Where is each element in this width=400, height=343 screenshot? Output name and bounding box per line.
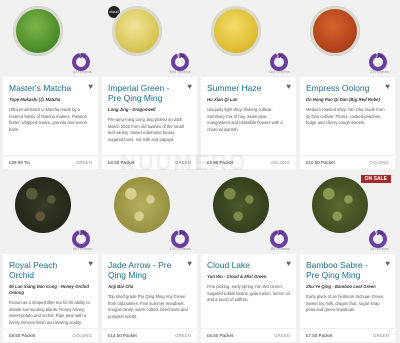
heart-icon[interactable]: ♥ [187,82,192,91]
product-price: £9.50 Packet [9,333,36,338]
product-image[interactable]: cloud 94 696 reviews [102,3,197,77]
product-row: 97 54 reviews Master's Matcha ♥ Tope Muk… [3,3,397,169]
product-card[interactable]: cloud 94 696 reviews Imperial Green - Pr… [102,3,197,169]
product-card[interactable]: 96 22 reviews Empress Oolong ♥ Da Hong P… [300,3,395,169]
product-card[interactable]: 95 405 reviews Summer Haze ♥ Hu Xian Qi … [201,3,296,169]
product-title[interactable]: Bamboo Sabre - Pre Qing Ming [306,260,389,280]
product-category: OOLONG [72,333,92,338]
product-description: Known as a shapeshifter tea for its abil… [9,300,90,325]
product-subtitle: Mi Lan Xiang Dan Cong - Honey Orchid Ool… [9,284,89,295]
product-subtitle: Yun Wu - Cloud & Mist Green [207,274,267,279]
product-subtitle: Long Jing - Dragonwell [108,107,156,112]
rating-percent: 94 [376,231,383,237]
product-title[interactable]: Imperial Green - Pre Qing Ming [108,83,191,103]
product-title[interactable]: Cloud Lake [207,260,290,270]
product-card[interactable]: 95 120 reviews Jade Arrow - Pre Qing Min… [102,172,197,342]
product-category: GREEN [76,160,92,165]
heart-icon[interactable]: ♥ [286,82,291,91]
product-subtitle: Anji Bai Cha [108,284,134,289]
product-image[interactable]: 96 22 reviews [300,3,395,77]
product-category: GREEN [373,333,389,338]
product-card[interactable]: 97 54 reviews Master's Matcha ♥ Tope Muk… [3,3,98,169]
product-title[interactable]: Jade Arrow - Pre Qing Ming [108,260,191,280]
product-price: £10.50 Packet [306,160,335,165]
product-subtitle: Hu Xian Qi Lan [207,97,238,102]
heart-icon[interactable]: ♥ [88,259,93,268]
review-count: 54 reviews [72,69,92,74]
tea-liquor-image [211,6,261,56]
heart-icon[interactable]: ♥ [187,259,192,268]
product-description: Medium roasted Wuyi Yan Cha made from Qi… [306,107,385,125]
review-count: 86 reviews [270,246,290,251]
product-image[interactable]: ON SALE 94 18 reviews [300,172,395,254]
review-count: 18 reviews [369,246,389,251]
review-count: 405 reviews [268,69,290,74]
product-row: 95 56 reviews Royal Peach Orchid ♥ Mi La… [3,172,397,342]
rating-percent: 94 [178,54,185,60]
tea-leaf-image [213,177,269,233]
product-title[interactable]: Royal Peach Orchid [9,260,92,280]
product-price: £14.50 Packet [108,333,137,338]
product-price: £6.50 Packet [207,333,234,338]
product-card[interactable]: 97 86 reviews Cloud Lake ♥ Yun Wu - Clou… [201,172,296,342]
heart-icon[interactable]: ♥ [88,82,93,91]
product-description: Ultra small batch U Matcha made by a rev… [9,107,87,132]
review-count: 22 reviews [369,69,389,74]
product-description: Uniquely light Wuyi Oolong cultivar. Sum… [207,107,283,132]
product-card[interactable]: 95 56 reviews Royal Peach Orchid ♥ Mi La… [3,172,98,342]
product-price: £29.00 Tin [9,160,31,165]
watermark: NUUMERO [120,150,248,175]
tea-liquor-image [112,6,162,56]
review-count: 120 reviews [169,246,191,251]
review-count: 696 reviews [169,69,191,74]
product-description: Fine picking, early spring Yun Wu Green.… [207,284,290,302]
product-subtitle: Zhu Ye Qing - Bamboo Leaf Green [306,284,376,289]
rating-percent: 97 [79,54,86,60]
product-price: £7.50 Packet [306,333,333,338]
tea-liquor-image [310,6,360,56]
rating-percent: 95 [178,231,185,237]
rating-percent: 96 [376,54,383,60]
product-image[interactable]: 95 405 reviews [201,3,296,77]
tea-leaf-image [114,177,170,233]
product-image[interactable]: 97 54 reviews [3,3,98,77]
tea-liquor-image [13,6,63,56]
heart-icon[interactable]: ♥ [385,259,390,268]
product-description: Top shelf grade Pre Qing Ming Anji Green… [108,294,188,319]
product-category: OOLONG [369,160,389,165]
heart-icon[interactable]: ♥ [286,259,291,268]
product-title[interactable]: Summer Haze [207,83,290,93]
product-card[interactable]: ON SALE 94 18 reviews Bamboo Sabre - Pre… [300,172,395,342]
product-category: GREEN [274,333,290,338]
sale-badge: ON SALE [360,175,391,183]
product-subtitle: Tope Mukashi (@ Matcha [9,97,61,102]
product-subtitle: Da Hong Pao Qi Dan (Big Red Robe) [306,97,381,102]
product-description: Pre-qing-ming Long Jing picked on 25th M… [108,117,184,142]
product-title[interactable]: Master's Matcha [9,83,92,93]
heart-icon[interactable]: ♥ [385,82,390,91]
product-title[interactable]: Empress Oolong [306,83,389,93]
review-count: 56 reviews [72,246,92,251]
product-image[interactable]: 97 86 reviews [201,172,296,254]
product-image[interactable]: 95 120 reviews [102,172,197,254]
tea-leaf-image [15,177,71,233]
rating-percent: 95 [277,54,284,60]
product-description: Early pluck of an heirloom Sichuan Green… [306,294,385,312]
tea-leaf-image [312,177,368,233]
rating-percent: 95 [79,231,86,237]
product-category: OOLONG [270,160,290,165]
product-category: GREEN [175,333,191,338]
rating-percent: 97 [277,231,284,237]
product-image[interactable]: 95 56 reviews [3,172,98,254]
